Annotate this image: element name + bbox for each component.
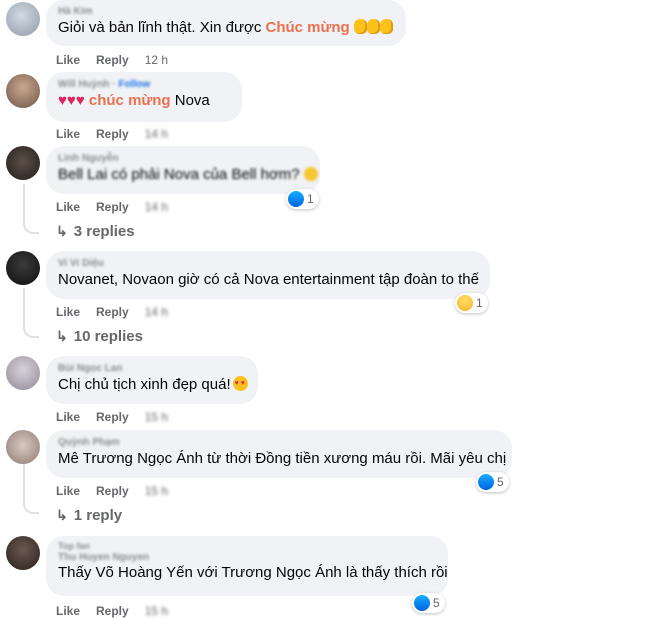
comment-bubble: Linh Nguyễn Bell Lai có phải Nova của Be… xyxy=(46,146,320,194)
reaction-count: 1 xyxy=(476,296,483,310)
reaction-count: 5 xyxy=(497,475,504,489)
clap-emoji-icon xyxy=(350,19,393,36)
comment-bubble: Will Huỳnh · Follow ♥♥♥ chúc mừng Nova xyxy=(46,72,242,122)
comment-actions: Like Reply 15 h xyxy=(56,483,184,499)
timestamp[interactable]: 15 h xyxy=(145,409,168,425)
reply-button[interactable]: Reply xyxy=(96,409,129,425)
comment-bubble: Top fan Thu Huyen Nguyen Thấy Võ Hoàng Y… xyxy=(46,536,448,596)
comment-actions: Like Reply 14 h xyxy=(56,126,184,142)
reaction-count: 5 xyxy=(433,596,440,610)
highlight-text: chúc mừng xyxy=(88,92,171,109)
avatar[interactable] xyxy=(6,356,40,390)
top-fan-badge: Top fan xyxy=(58,541,90,551)
reply-button[interactable]: Reply xyxy=(96,199,129,215)
thread-line xyxy=(23,464,25,504)
like-reaction-icon xyxy=(478,474,494,490)
reaction-summary[interactable]: 1 xyxy=(286,189,319,209)
comment-author[interactable]: Linh Nguyễn xyxy=(58,152,308,165)
comment-actions: Like Reply 14 h xyxy=(56,304,184,320)
comment-bubble: Vi Vi Diệu Novanet, Novaon giờ có cả Nov… xyxy=(46,251,490,299)
comment-author[interactable]: Hà Kim xyxy=(58,5,394,18)
like-button[interactable]: Like xyxy=(56,199,80,215)
reply-button[interactable]: Reply xyxy=(96,52,129,68)
comment-bubble: Bùi Ngọc Lan Chị chủ tịch xinh đẹp quá! ♥… xyxy=(46,356,258,404)
comment-actions: Like Reply 15 h xyxy=(56,603,184,619)
comment-text: Chị chủ tịch xinh đẹp quá! ♥ ♥ xyxy=(58,375,248,395)
timestamp[interactable]: 14 h xyxy=(145,199,168,215)
thread-connector xyxy=(23,500,39,514)
thread-connector xyxy=(23,324,39,338)
comment-bubble: Hà Kim Giỏi và bản lĩnh thật. Xin được C… xyxy=(46,0,406,46)
reply-button[interactable]: Reply xyxy=(96,603,129,619)
comment-author[interactable]: Thu Huyen Nguyen xyxy=(58,552,436,563)
reply-arrow-icon: ↳ xyxy=(56,328,68,344)
heart-emoji-icon: ♥♥♥ xyxy=(58,92,85,109)
timestamp[interactable]: 14 h xyxy=(145,126,168,142)
comment-text: Novanet, Novaon giờ có cả Nova entertain… xyxy=(58,271,479,288)
avatar[interactable] xyxy=(6,536,40,570)
comment-author[interactable]: Will Huỳnh · Follow xyxy=(58,78,230,91)
follow-link[interactable]: Follow xyxy=(118,79,150,90)
comment-actions: Like Reply 14 h xyxy=(56,199,184,215)
view-replies-link[interactable]: ↳ 3 replies xyxy=(56,221,135,242)
comment-author[interactable]: Quỳnh Phạm xyxy=(58,436,500,449)
haha-reaction-icon xyxy=(457,295,473,311)
comment-author[interactable]: Vi Vi Diệu xyxy=(58,257,478,270)
thread-line xyxy=(23,184,25,224)
reaction-summary[interactable]: 5 xyxy=(476,472,509,492)
like-reaction-icon xyxy=(288,191,304,207)
reaction-summary[interactable]: 5 xyxy=(412,593,445,613)
comment-text: Thấy Võ Hoàng Yến với Trương Ngọc Ánh là… xyxy=(58,564,448,581)
reaction-summary[interactable]: 1 xyxy=(455,293,488,313)
like-button[interactable]: Like xyxy=(56,409,80,425)
highlight-text: Chúc mừng xyxy=(265,19,350,36)
comment-author[interactable]: Bùi Ngọc Lan xyxy=(58,362,246,375)
comment-text: Giỏi và bản lĩnh thật. Xin được Chúc mừn… xyxy=(58,18,394,38)
thread-connector xyxy=(23,220,39,234)
comment-actions: Like Reply 12 h xyxy=(56,52,184,68)
like-button[interactable]: Like xyxy=(56,483,80,499)
avatar[interactable] xyxy=(6,430,40,464)
avatar[interactable] xyxy=(6,251,40,285)
like-reaction-icon xyxy=(414,595,430,611)
reaction-count: 1 xyxy=(307,192,314,206)
like-button[interactable]: Like xyxy=(56,603,80,619)
avatar[interactable] xyxy=(6,74,40,108)
comment-text: Bell Lai có phải Nova của Bell hơm? xyxy=(58,165,318,185)
like-button[interactable]: Like xyxy=(56,126,80,142)
timestamp[interactable]: 15 h xyxy=(145,603,168,619)
comment-text: ♥♥♥ chúc mừng Nova xyxy=(58,92,210,109)
avatar[interactable] xyxy=(6,2,40,36)
reply-arrow-icon: ↳ xyxy=(56,507,68,523)
view-replies-link[interactable]: ↳ 10 replies xyxy=(56,326,143,347)
heart-eyes-emoji-icon: ♥ ♥ xyxy=(232,376,248,391)
reply-button[interactable]: Reply xyxy=(96,483,129,499)
timestamp[interactable]: 15 h xyxy=(145,483,168,499)
reply-button[interactable]: Reply xyxy=(96,304,129,320)
thread-line xyxy=(23,288,25,328)
reply-arrow-icon: ↳ xyxy=(56,223,68,239)
avatar[interactable] xyxy=(6,146,40,180)
reply-button[interactable]: Reply xyxy=(96,126,129,142)
like-button[interactable]: Like xyxy=(56,304,80,320)
comment-text: Mê Trương Ngọc Ánh từ thời Đồng tiền xươ… xyxy=(58,450,507,467)
timestamp[interactable]: 14 h xyxy=(145,304,168,320)
comment-actions: Like Reply 15 h xyxy=(56,409,184,425)
comment-bubble: Quỳnh Phạm Mê Trương Ngọc Ánh từ thời Đồ… xyxy=(46,430,512,478)
like-button[interactable]: Like xyxy=(56,52,80,68)
view-replies-link[interactable]: ↳ 1 reply xyxy=(56,505,122,526)
timestamp[interactable]: 12 h xyxy=(145,52,168,68)
